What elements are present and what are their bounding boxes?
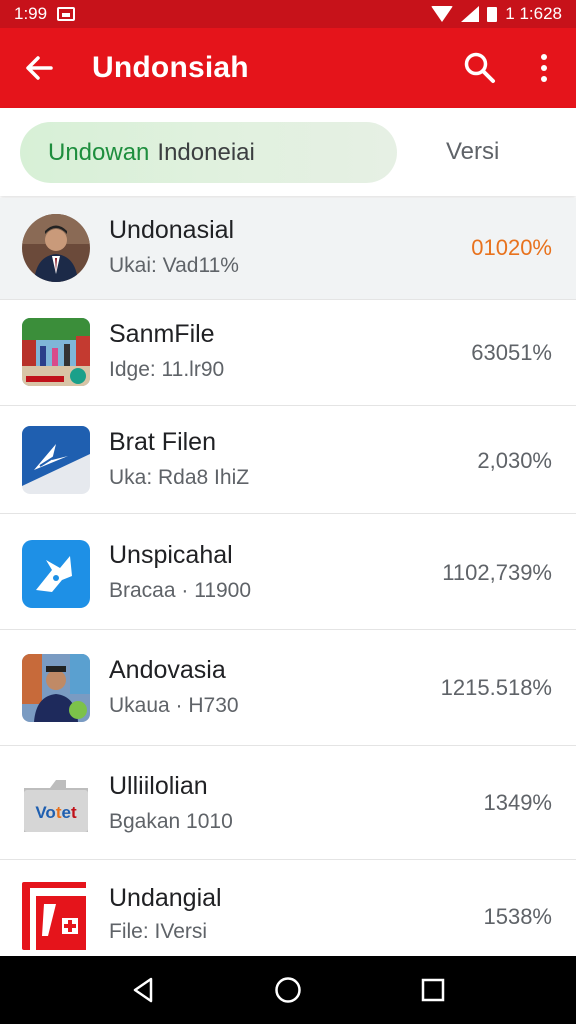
list-item[interactable]: Andovasia Ukaua · H730 1215.518% xyxy=(0,630,576,746)
item-subtitle: Bracaa · 11900 xyxy=(109,579,252,602)
item-subtitle: Idge: 11.lr90 xyxy=(109,358,225,381)
item-value: 1538% xyxy=(483,904,552,929)
nav-recents-icon xyxy=(422,978,445,1002)
item-value: 63051% xyxy=(471,340,552,365)
battery-icon xyxy=(487,6,498,22)
nav-home-icon xyxy=(275,977,301,1003)
status-right: 1 1:628 xyxy=(431,4,562,24)
status-bar: 1:99 1 1:628 xyxy=(0,0,576,28)
item-title: Ulliilolian xyxy=(109,772,208,800)
portrait-avatar-icon xyxy=(22,214,90,282)
page-title: Undonsiah xyxy=(92,51,249,84)
status-time: 1:99 xyxy=(14,4,48,23)
list-item[interactable]: Unspicahal Bracaa · 11900 1102,739% xyxy=(0,514,576,630)
item-subtitle: Bgakan 1010 xyxy=(109,810,233,833)
back-button[interactable] xyxy=(0,28,78,108)
photo-thumbnail-icon xyxy=(22,318,90,386)
tab-label-primary: Undowan xyxy=(48,138,150,166)
item-value: 1102,739% xyxy=(442,560,552,585)
image-notification-icon xyxy=(57,7,76,21)
status-left: 1:99 xyxy=(14,4,76,24)
item-title: Andovasia xyxy=(109,656,226,684)
wifi-icon xyxy=(431,6,454,22)
folder-vote-icon: Votet xyxy=(22,772,90,840)
tab-undowan-indoneiai[interactable]: Undowan Indoneiai xyxy=(20,122,397,183)
tab-versi[interactable]: Versi xyxy=(446,138,499,166)
person-photo-icon xyxy=(22,654,90,722)
item-title: Undonasial xyxy=(109,216,235,244)
list-item[interactable]: Votet Ulliilolian Bgakan 1010 1349% xyxy=(0,746,576,860)
nav-home-button[interactable] xyxy=(258,960,318,1020)
signal-icon xyxy=(461,6,480,22)
nav-back-button[interactable] xyxy=(113,960,173,1020)
item-subtitle: Uka: Rda8 IhiZ xyxy=(109,466,250,489)
item-title: Undangial xyxy=(109,884,222,912)
list-item[interactable]: Brat Filen Uka: Rda8 IhiZ 2,030% xyxy=(0,406,576,514)
app-list: Undonasial Ukai: Vad11% 01020% SanmFile … xyxy=(0,198,576,956)
item-value: 01020% xyxy=(471,235,552,260)
app-bar-actions xyxy=(448,28,576,108)
blue-bird-app-icon xyxy=(22,540,90,608)
item-title: Brat Filen xyxy=(109,428,216,456)
status-right-text: 1 1:628 xyxy=(505,4,562,23)
item-title: SanmFile xyxy=(109,320,215,348)
app-bar: Undonsiah xyxy=(0,28,576,108)
more-vert-icon xyxy=(541,54,547,82)
svg-text:Votet: Votet xyxy=(35,803,77,822)
search-button[interactable] xyxy=(448,28,512,108)
item-value: 1215.518% xyxy=(440,675,552,700)
more-options-button[interactable] xyxy=(512,28,576,108)
search-icon xyxy=(464,52,495,83)
nav-recents-button[interactable] xyxy=(403,960,463,1020)
list-item[interactable]: Undonasial Ukai: Vad11% 01020% xyxy=(0,198,576,300)
item-value: 1349% xyxy=(483,790,552,815)
nav-back-icon xyxy=(133,977,152,1003)
system-nav-bar xyxy=(0,956,576,1024)
red-plus-app-icon xyxy=(22,882,90,950)
arrow-left-icon xyxy=(26,56,53,80)
blue-arrow-app-icon xyxy=(22,426,90,494)
tab-label-secondary: Indoneiai xyxy=(157,138,255,166)
item-value: 2,030% xyxy=(477,448,552,473)
item-subtitle: Ukaua · H730 xyxy=(109,694,239,717)
list-item[interactable]: Undangial File: IVersi 1538% xyxy=(0,860,576,956)
item-subtitle: File: IVersi xyxy=(109,920,208,943)
item-title: Unspicahal xyxy=(109,541,233,569)
list-item[interactable]: SanmFile Idge: 11.lr90 63051% xyxy=(0,300,576,406)
item-subtitle: Ukai: Vad11% xyxy=(109,254,239,277)
